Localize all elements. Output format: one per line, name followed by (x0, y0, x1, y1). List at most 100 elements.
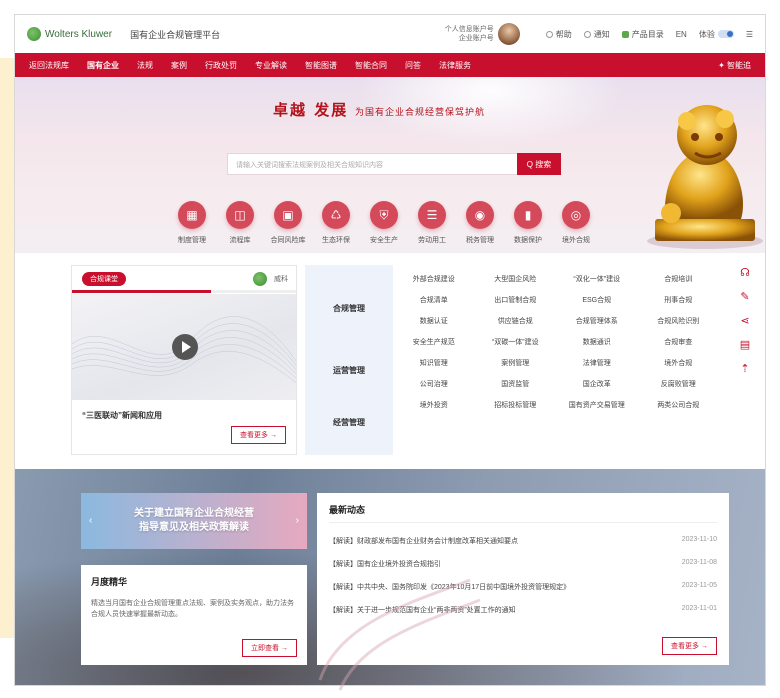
feature-item[interactable]: ▮ 数据保护 (509, 201, 547, 245)
nav-item-4[interactable]: 行政处罚 (205, 60, 237, 71)
news-item[interactable]: 【解读】国有企业境外投资合规指引 2023-11-08 (329, 559, 717, 569)
category-link[interactable]: 国企改革 (556, 374, 638, 395)
category-link[interactable]: 法律管理 (556, 353, 638, 374)
document-icon: ☰ (418, 201, 446, 229)
news-item[interactable]: 【解读】关于进一步规范国有企业“两非两资”处置工作的通知 2023-11-01 (329, 605, 717, 615)
category-group-2[interactable]: 经营管理 (305, 417, 393, 428)
feature-label: 流程库 (229, 237, 251, 244)
category-group-0[interactable]: 合规管理 (305, 303, 393, 314)
feature-label: 合同风险库 (270, 237, 306, 244)
banner-prev-icon[interactable]: ‹ (89, 515, 92, 526)
category-link[interactable]: 数据认证 (393, 311, 475, 332)
news-more-button[interactable]: 查看更多 → (662, 637, 717, 655)
category-link[interactable]: 合规清单 (393, 290, 475, 311)
promo-banner[interactable]: ‹ 关于建立国有企业合规经营 指导意见及相关政策解读 › (81, 493, 307, 549)
video-player[interactable] (72, 294, 296, 400)
feature-label: 生态环保 (322, 237, 350, 244)
feature-item[interactable]: ▣ 合同风险库 (269, 201, 307, 245)
category-link[interactable]: “双碳一体”建设 (475, 332, 557, 353)
notify-link[interactable]: 通知 (583, 29, 610, 40)
category-link[interactable]: 刑事合规 (638, 290, 720, 311)
category-link[interactable]: 出口管制合规 (475, 290, 557, 311)
category-link[interactable]: 境外合规 (638, 353, 720, 374)
golden-lion-illustration (647, 105, 763, 249)
category-link[interactable]: 境外投资 (393, 395, 475, 416)
nav-item-5[interactable]: 专业解读 (255, 60, 287, 71)
banner-line-1: 关于建立国有企业合规经营 (134, 508, 254, 519)
category-link[interactable]: “双化一体”建设 (556, 269, 638, 290)
banner-next-icon[interactable]: › (296, 515, 299, 526)
language-link[interactable]: EN (676, 30, 687, 39)
banner-line-2: 指导意见及相关政策解读 (139, 522, 249, 533)
video-progress[interactable] (72, 290, 296, 293)
category-link[interactable]: 数据通识 (556, 332, 638, 353)
nav-item-6[interactable]: 智能图谱 (305, 60, 337, 71)
category-link[interactable]: 合规风险识别 (638, 311, 720, 332)
top-icon[interactable]: ⇡ (739, 363, 751, 375)
feature-item[interactable]: ♺ 生态环保 (317, 201, 355, 245)
brand-label: 威科 (274, 276, 288, 283)
toggle-switch-icon[interactable] (717, 30, 734, 38)
bottom-section: ‹ 关于建立国有企业合规经营 指导意见及相关政策解读 › 月度精华 精选当月国有… (15, 469, 765, 685)
category-link[interactable]: 合规管理体系 (556, 311, 638, 332)
nav-item-8[interactable]: 问答 (405, 60, 421, 71)
play-button[interactable] (172, 334, 198, 360)
search-button[interactable]: Q 搜索 (517, 153, 561, 175)
category-link[interactable]: 招标投标管理 (475, 395, 557, 416)
nav-item-9[interactable]: 法律服务 (439, 60, 471, 71)
category-link[interactable]: 外部合规建设 (393, 269, 475, 290)
category-link[interactable]: 合规审查 (638, 332, 720, 353)
side-toolbar: ☊ ✎ ⋖ ▤ ⇡ (739, 267, 751, 375)
screen-icon: ▣ (274, 201, 302, 229)
news-item[interactable]: 【解读】中共中央、国务院印发《2023年10月17日前中国境外投资管理规定》 20… (329, 582, 717, 592)
menu-link[interactable]: ☰ (746, 30, 753, 39)
stack-icon: ◫ (226, 201, 254, 229)
category-link[interactable]: 大型国企风险 (475, 269, 557, 290)
category-link[interactable]: 知识管理 (393, 353, 475, 374)
feature-button[interactable]: 立即查看 → (242, 639, 297, 657)
feature-label: 劳动用工 (418, 237, 446, 244)
feature-item[interactable]: ☰ 劳动用工 (413, 201, 451, 245)
user-info[interactable]: 个人信息账户号 企业账户号 (445, 25, 494, 43)
category-link[interactable]: 公司治理 (393, 374, 475, 395)
shield-icon: ⛨ (370, 201, 398, 229)
nav-item-1[interactable]: 国有企业 (87, 60, 119, 71)
nav-item-7[interactable]: 智能合同 (355, 60, 387, 71)
category-group-1[interactable]: 运营管理 (305, 365, 393, 376)
category-link[interactable]: 两类公司合规 (638, 395, 720, 416)
video-title[interactable]: “三医联动”新闻和应用 (82, 410, 162, 421)
wolters-kluwer-logo-icon[interactable] (27, 27, 41, 41)
category-link[interactable]: 反腐败管理 (638, 374, 720, 395)
news-item[interactable]: 【解读】财政部发布国有企业财务会计制度改革相关通知要点 2023-11-10 (329, 536, 717, 546)
book-icon[interactable]: ▤ (739, 339, 751, 351)
feature-item[interactable]: ▦ 制度管理 (173, 201, 211, 245)
category-link[interactable]: 安全生产规范 (393, 332, 475, 353)
feedback-icon[interactable]: ✎ (739, 291, 751, 303)
feature-item[interactable]: ◉ 税务管理 (461, 201, 499, 245)
logo-text[interactable]: Wolters Kluwer (45, 29, 112, 40)
category-link[interactable]: 供应链合规 (475, 311, 557, 332)
search-input[interactable]: 请输入关键词搜索法规案例及相关合规知识内容 (227, 153, 519, 175)
trial-toggle[interactable]: 体验 (699, 29, 734, 40)
feature-item[interactable]: ◎ 境外合规 (557, 201, 595, 245)
feature-item[interactable]: ◫ 流程库 (221, 201, 259, 245)
news-date: 2023-11-01 (681, 605, 717, 612)
nav-item-3[interactable]: 案例 (171, 60, 187, 71)
category-link[interactable]: ESG合规 (556, 290, 638, 311)
support-icon[interactable]: ☊ (739, 267, 751, 279)
category-link[interactable]: 案例管理 (475, 353, 557, 374)
products-icon (621, 30, 629, 38)
nav-item-0[interactable]: 返回法规库 (29, 60, 69, 71)
news-date: 2023-11-10 (681, 536, 717, 543)
feature-item[interactable]: ⛨ 安全生产 (365, 201, 403, 245)
category-link[interactable]: 合规培训 (638, 269, 720, 290)
category-link[interactable]: 国有资产交易管理 (556, 395, 638, 416)
video-more-button[interactable]: 查看更多 → (231, 426, 286, 444)
share-icon[interactable]: ⋖ (739, 315, 751, 327)
products-link[interactable]: 产品目录 (621, 29, 664, 40)
category-link[interactable]: 国资监管 (475, 374, 557, 395)
nav-right-link[interactable]: ✦ 智能追 (718, 60, 751, 71)
help-link[interactable]: 帮助 (545, 29, 572, 40)
avatar[interactable] (497, 23, 520, 45)
nav-item-2[interactable]: 法规 (137, 60, 153, 71)
